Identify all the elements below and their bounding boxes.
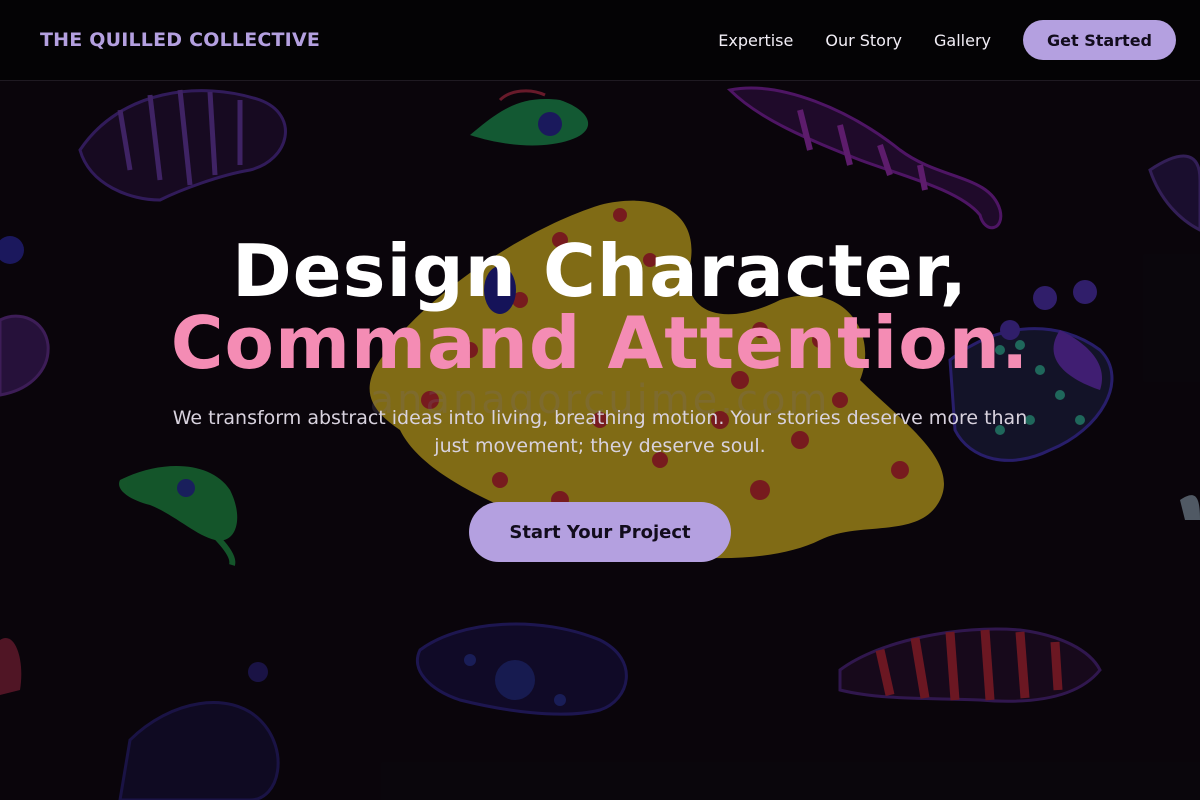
start-project-button[interactable]: Start Your Project — [469, 502, 731, 562]
landing-page: THE QUILLED COLLECTIVE Expertise Our Sto… — [0, 0, 1200, 800]
top-navbar: THE QUILLED COLLECTIVE Expertise Our Sto… — [0, 0, 1200, 81]
brand-logo[interactable]: THE QUILLED COLLECTIVE — [40, 29, 320, 51]
get-started-button[interactable]: Get Started — [1023, 20, 1176, 60]
hero-headline: Design Character, Command Attention. — [0, 235, 1200, 379]
nav-link-gallery[interactable]: Gallery — [934, 31, 991, 50]
hero-subheading: We transform abstract ideas into living,… — [172, 407, 1028, 457]
headline-line-1: Design Character, — [232, 229, 968, 313]
hero-section: Design Character, Command Attention. ana… — [0, 81, 1200, 800]
nav-menu: Expertise Our Story Gallery Get Started — [718, 20, 1176, 60]
nav-link-our-story[interactable]: Our Story — [825, 31, 902, 50]
nav-link-expertise[interactable]: Expertise — [718, 31, 793, 50]
headline-line-2: Command Attention. — [170, 301, 1030, 385]
